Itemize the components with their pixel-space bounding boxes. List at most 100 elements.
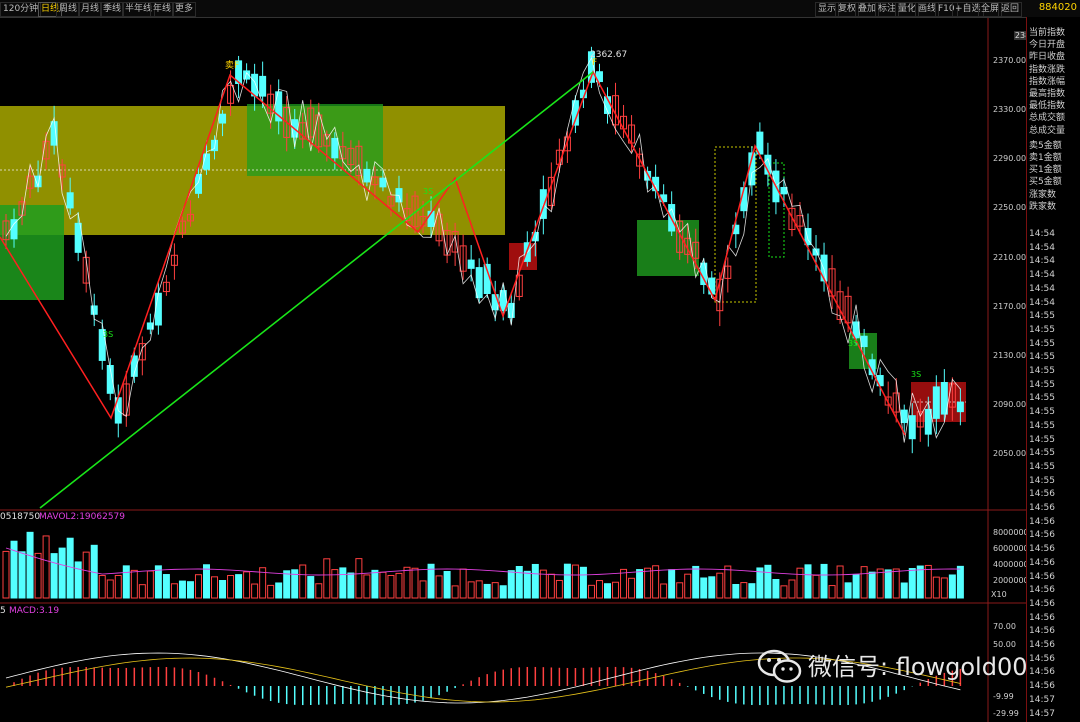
trade-time-18: 14:55 — [1029, 475, 1055, 486]
mavol-line — [5, 547, 961, 576]
trade-time-17: 14:55 — [1029, 461, 1055, 472]
volume-bar — [908, 568, 916, 599]
volume-bar — [579, 566, 587, 599]
panel-item-11[interactable]: 买1金额 — [1029, 162, 1062, 175]
panel-item-13[interactable]: 涨家数 — [1029, 187, 1056, 200]
trade-time-12: 14:55 — [1029, 393, 1055, 404]
panel-item-14[interactable]: 跌家数 — [1029, 199, 1056, 212]
buy3-mark-1: 3S — [103, 330, 114, 339]
volume-bar — [868, 571, 876, 599]
trade-time-7: 14:55 — [1029, 324, 1055, 335]
buy3-mark-2: 3S — [423, 187, 434, 196]
trade-time-1: 14:54 — [1029, 242, 1055, 253]
volume-bar — [523, 570, 531, 599]
panel-item-5[interactable]: 最高指数 — [1029, 86, 1065, 99]
candle-body — [203, 153, 210, 170]
volume-bar — [194, 574, 202, 599]
volume-bar — [219, 580, 227, 599]
price-tick-5: 2170.00 — [993, 301, 1027, 311]
panel-item-9[interactable]: 卖5金额 — [1029, 138, 1062, 151]
trade-time-19: 14:56 — [1029, 489, 1055, 500]
volume-bar — [804, 564, 812, 599]
candle-body — [154, 292, 162, 326]
panel-item-10[interactable]: 卖1金额 — [1029, 150, 1062, 163]
candle-body — [908, 415, 916, 440]
trade-time-31: 14:56 — [1029, 653, 1055, 664]
volume-bar — [50, 553, 58, 599]
volume-bar — [82, 551, 90, 599]
volume-bar — [860, 566, 868, 599]
volume-bar — [339, 567, 347, 599]
volume-bar — [499, 585, 507, 599]
trade-time-32: 14:56 — [1029, 667, 1055, 678]
trade-time-15: 14:55 — [1029, 434, 1055, 445]
volume-bar — [18, 551, 26, 599]
volume-bar — [347, 572, 355, 599]
kline-chart[interactable] — [0, 0, 1026, 722]
volume-bar — [251, 583, 259, 599]
volume-bar — [724, 565, 732, 599]
trade-time-9: 14:55 — [1029, 352, 1055, 363]
volume-bar — [283, 570, 291, 599]
volume-bar — [892, 568, 900, 599]
volume-bar — [42, 535, 50, 599]
volume-bar — [708, 576, 716, 599]
volume-bar — [323, 558, 331, 599]
panel-item-8[interactable]: 总成交量 — [1029, 123, 1065, 136]
volume-bar — [387, 574, 395, 599]
candle-body — [780, 186, 788, 195]
volume-bar — [275, 582, 283, 599]
candle-body — [363, 168, 371, 183]
volume-bar — [379, 571, 387, 599]
trade-time-26: 14:56 — [1029, 585, 1055, 596]
volume-bar — [595, 580, 603, 599]
trade-time-28: 14:56 — [1029, 612, 1055, 623]
candle-body — [259, 75, 267, 97]
volume-bar — [531, 563, 539, 599]
trade-time-20: 14:56 — [1029, 503, 1055, 513]
volume-bar — [443, 571, 451, 599]
macd-label: MACD:3.19 — [9, 606, 60, 616]
candle-body — [900, 409, 908, 424]
panel-item-7[interactable]: 总成交额 — [1029, 110, 1065, 123]
volume-bar — [748, 583, 756, 599]
panel-item-2[interactable]: 昨日收盘 — [1029, 49, 1065, 62]
green-zone-3 — [637, 220, 699, 276]
volume-bar — [876, 568, 884, 599]
volume-bar — [34, 552, 42, 599]
trade-time-2: 14:54 — [1029, 256, 1055, 267]
volume-bar — [740, 582, 748, 599]
volume-bar — [203, 564, 210, 599]
panel-item-12[interactable]: 买5金额 — [1029, 174, 1062, 187]
buy3-mark-4: 3S — [911, 370, 922, 379]
trade-time-14: 14:55 — [1029, 420, 1055, 431]
watermark-text: 微信号: flowgold00 — [808, 653, 1028, 681]
mavol-label: MAVOL2:19062579 — [39, 512, 126, 522]
volume-tick-2: 4000000 — [993, 560, 1029, 569]
panel-item-6[interactable]: 最低指数 — [1029, 98, 1065, 111]
panel-item-1[interactable]: 今日开盘 — [1029, 37, 1065, 50]
volume-bar — [604, 583, 611, 599]
volume-bar — [812, 574, 820, 599]
panel-item-3[interactable]: 指数涨跌 — [1029, 62, 1065, 75]
trade-time-4: 14:54 — [1029, 283, 1055, 294]
volume-bar — [780, 585, 788, 599]
volume-bar — [515, 566, 523, 599]
panel-item-0[interactable]: 当前指数 — [1029, 25, 1065, 38]
volume-bar — [788, 579, 796, 599]
volume-bar — [395, 572, 403, 599]
volume-bar — [403, 566, 411, 599]
quote-side-panel: 当前指数 今日开盘 昨日收盘 指数涨跌 指数涨幅 最高指数 最低指数 总成交额 总成交量卖5金额… — [1026, 17, 1080, 722]
candle-body — [820, 254, 828, 282]
volume-bar — [475, 580, 483, 599]
price-tick-8: 2050.00 — [993, 449, 1027, 458]
price-tick-2: 2290.00 — [993, 154, 1027, 164]
volume-bar — [411, 567, 419, 599]
volume-bar — [716, 572, 724, 599]
price-tick-1: 2330.00 — [993, 105, 1027, 115]
panel-item-4[interactable]: 指数涨幅 — [1029, 74, 1065, 87]
candle-body — [860, 335, 868, 348]
price-tick-7: 2090.00 — [993, 399, 1027, 409]
volume-bar — [563, 563, 571, 599]
volume-bar — [243, 571, 251, 599]
